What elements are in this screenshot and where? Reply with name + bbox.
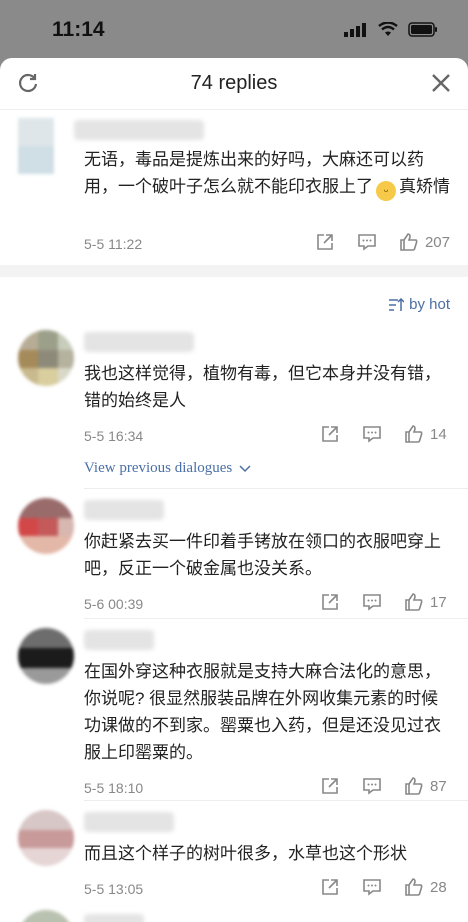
reply-text: 我也这样觉得，植物有毒，但它本身并没有错，错的始终是人 (84, 364, 441, 410)
comment-icon (363, 778, 381, 795)
share-button[interactable] (320, 776, 340, 796)
like-count: 17 (430, 593, 447, 611)
reply-button[interactable] (357, 232, 377, 252)
sweat-smile-emoji: ᵕ (376, 181, 396, 201)
like-button[interactable]: 28 (404, 877, 450, 897)
reply-date: 5-5 16:34 (84, 428, 144, 444)
reply-meta: 5-6 00:39 17 (84, 592, 450, 620)
close-icon[interactable] (430, 72, 452, 94)
comment-icon (363, 426, 381, 443)
reply-body: 而且这个样子的树叶很多，水草也这个形状 5-5 13:05 28 (0, 840, 468, 905)
reply-button[interactable] (362, 592, 382, 612)
like-button[interactable]: 17 (404, 592, 450, 612)
reply-item: 我也这样觉得，植物有毒，但它本身并没有错，错的始终是人 5-5 16:34 14… (0, 326, 468, 477)
divider (84, 800, 468, 801)
reply-item: 在国外穿这种衣服就是支持大麻合法化的意思，你说呢? 很显然服装品牌在外网收集元素… (0, 624, 468, 804)
reply-body: 我也这样觉得，植物有毒，但它本身并没有错，错的始终是人 5-5 16:34 14… (0, 360, 468, 477)
reply-actions: 28 (298, 877, 450, 897)
view-previous-label: View previous dialogues (84, 460, 233, 476)
username[interactable] (84, 630, 154, 650)
share-button[interactable] (320, 424, 340, 444)
sheet-title: 74 replies (190, 72, 278, 94)
top-comment: 无语，毒品是提炼出来的好吗，大麻还可以药用，一个破叶子怎么就不能印衣服上了 ᵕ 真矫… (0, 110, 468, 265)
username[interactable] (84, 332, 194, 352)
reply-body: 你赶紧去买一件印着手铐放在领口的衣服吧穿上吧，反正一个破金属也没关系。 5-6 … (0, 528, 468, 620)
battery-icon (408, 22, 437, 37)
comment-icon (363, 879, 381, 896)
reply-button[interactable] (362, 776, 382, 796)
reply-button[interactable] (362, 877, 382, 897)
reply-text: 你赶紧去买一件印着手铐放在领口的衣服吧穿上吧，反正一个破金属也没关系。 (84, 532, 441, 578)
like-count: 14 (430, 425, 447, 443)
reply-button[interactable] (362, 424, 382, 444)
reply-item: 你赶紧去买一件印着手铐放在领口的衣服吧穿上吧，反正一个破金属也没关系。 5-6 … (0, 494, 468, 620)
like-count: 87 (430, 777, 447, 795)
thumbs-up-icon (400, 233, 418, 251)
comment-text: 无语，毒品是提炼出来的好吗，大麻还可以药用，一个破叶子怎么就不能印衣服上了 (84, 150, 424, 196)
like-count: 28 (430, 878, 447, 896)
status-bar: 11:14 (0, 0, 468, 58)
status-time: 11:14 (52, 18, 105, 41)
reply-date: 5-5 18:10 (84, 780, 144, 796)
username[interactable] (84, 812, 174, 832)
comment-date: 5-5 11:22 (84, 236, 143, 252)
share-icon (322, 426, 338, 442)
reply-meta: 5-5 13:05 28 (84, 877, 450, 905)
share-button[interactable] (320, 877, 340, 897)
share-icon (322, 594, 338, 610)
replies-sheet: 74 replies 无语，毒品是提炼出来的好吗，大麻还可以药用，一个破叶子怎么… (0, 58, 468, 922)
sort-button[interactable]: by hot (388, 296, 450, 313)
reply-meta: 5-5 16:34 14 (84, 424, 450, 452)
sort-label: by hot (409, 296, 450, 313)
signal-icon (344, 22, 366, 37)
comment-meta: 5-5 11:22 207 (84, 232, 450, 260)
reply-item: 而且这个样子的树叶很多，水草也这个形状 5-5 13:05 28 (0, 806, 468, 905)
share-icon (322, 879, 338, 895)
chevron-down-icon (239, 464, 251, 472)
comment-icon (363, 594, 381, 611)
like-button[interactable]: 14 (404, 424, 450, 444)
sheet-header: 74 replies (0, 58, 468, 110)
comment-text-tail: 真矫情 (399, 177, 450, 196)
like-button[interactable]: 87 (404, 776, 450, 796)
like-count: 207 (424, 233, 450, 251)
comment-actions: 207 (293, 232, 450, 252)
share-icon (322, 778, 338, 794)
divider (84, 488, 468, 489)
comment-icon (358, 234, 376, 251)
username[interactable] (84, 500, 164, 520)
like-button[interactable]: 207 (399, 232, 450, 252)
reply-date: 5-6 00:39 (84, 596, 144, 612)
reply-text: 而且这个样子的树叶很多，水草也这个形状 (84, 844, 407, 863)
sort-icon (389, 297, 405, 311)
comment-body: 无语，毒品是提炼出来的好吗，大麻还可以药用，一个破叶子怎么就不能印衣服上了 ᵕ 真矫… (0, 146, 468, 201)
reply-date: 5-5 13:05 (84, 881, 144, 897)
share-button[interactable] (315, 232, 335, 252)
username[interactable] (84, 914, 144, 922)
username[interactable] (74, 120, 204, 140)
thumbs-up-icon (405, 777, 423, 795)
share-button[interactable] (320, 592, 340, 612)
thumbs-up-icon (405, 593, 423, 611)
reply-text: 在国外穿这种衣服就是支持大麻合法化的意思，你说呢? 很显然服装品牌在外网收集元素… (84, 662, 441, 762)
avatar[interactable] (18, 910, 74, 922)
status-icons (344, 22, 438, 37)
thumbs-up-icon (405, 878, 423, 896)
divider (84, 618, 468, 619)
reply-actions: 17 (298, 592, 450, 612)
wifi-icon (378, 22, 398, 36)
reply-actions: 87 (298, 776, 450, 796)
view-previous-dialogues[interactable]: View previous dialogues (84, 460, 450, 477)
section-separator (0, 265, 468, 277)
share-icon (317, 234, 333, 250)
thumbs-up-icon (405, 425, 423, 443)
reply-actions: 14 (298, 424, 450, 444)
reply-body: 在国外穿这种衣服就是支持大麻合法化的意思，你说呢? 很显然服装品牌在外网收集元素… (0, 658, 468, 804)
